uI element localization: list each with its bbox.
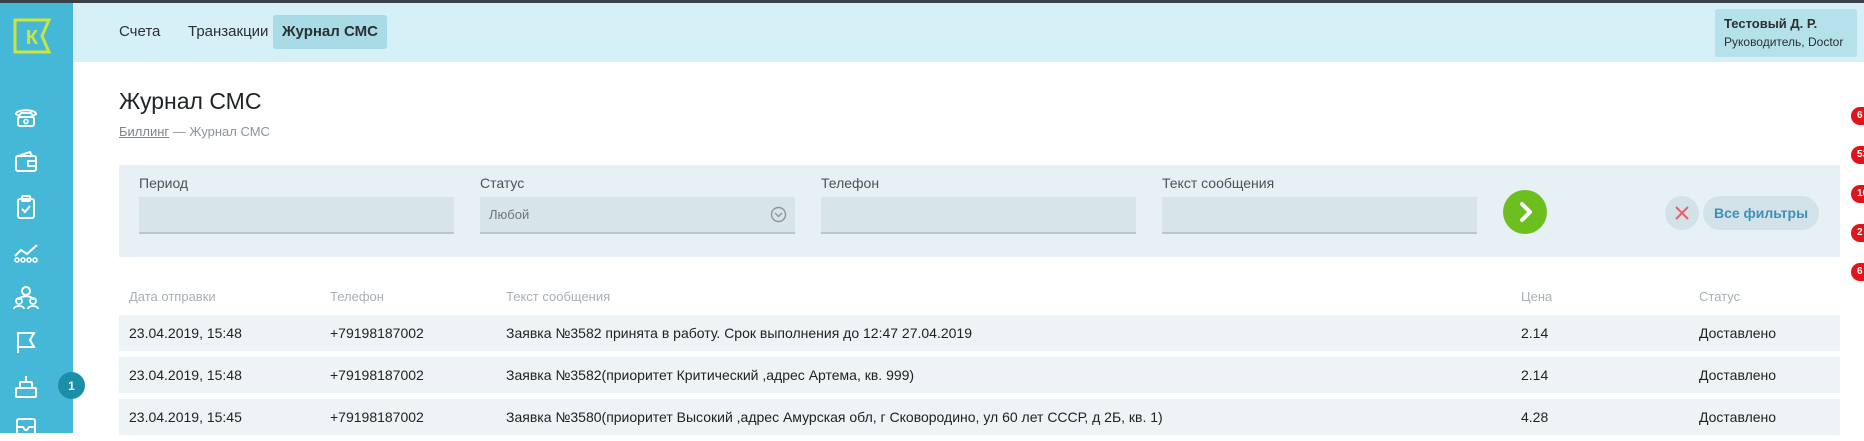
page-title: Журнал СМС — [119, 88, 262, 114]
svg-text:К: К — [26, 27, 39, 49]
table-row[interactable]: 23.04.2019, 15:48 +79198187002 Заявка №3… — [119, 315, 1840, 351]
breadcrumb: Биллинг — Журнал СМС — [119, 124, 270, 139]
chevron-right-icon — [1520, 202, 1532, 222]
chart-people-icon[interactable] — [12, 238, 40, 266]
cell-price: 2.14 — [1521, 325, 1549, 341]
breadcrumb-link-billing[interactable]: Биллинг — [119, 124, 169, 139]
logo-icon[interactable]: К — [12, 17, 52, 55]
status-label: Статус — [480, 175, 525, 191]
users-icon[interactable] — [12, 283, 40, 311]
edge-badge-5[interactable]: 6 — [1851, 263, 1864, 281]
nav-item-accounts[interactable]: Счета — [110, 15, 169, 49]
notification-badge[interactable]: 1 — [58, 372, 85, 399]
table-row[interactable]: 23.04.2019, 15:45 +79198187002 Заявка №3… — [119, 399, 1840, 435]
sidebar: К — [0, 3, 73, 438]
breadcrumb-current: Журнал СМС — [189, 124, 270, 139]
cake-icon[interactable] — [12, 373, 40, 401]
chevron-down-icon — [770, 206, 787, 223]
user-name: Тестовый Д. Р. — [1724, 16, 1818, 31]
phone-input[interactable] — [821, 197, 1136, 234]
cell-phone: +79198187002 — [330, 367, 424, 383]
cell-date: 23.04.2019, 15:48 — [129, 325, 242, 341]
column-header-date[interactable]: Дата отправки — [129, 289, 216, 304]
cell-status: Доставлено — [1699, 367, 1777, 383]
period-label: Период — [139, 175, 189, 191]
close-icon — [1675, 206, 1689, 220]
cell-text: Заявка №3580(приоритет Высокий ,адрес Ам… — [506, 409, 1163, 425]
column-header-price[interactable]: Цена — [1521, 289, 1552, 304]
column-header-phone[interactable]: Телефон — [330, 289, 384, 304]
message-text-label: Текст сообщения — [1162, 175, 1275, 191]
edge-badge-4[interactable]: 2 — [1851, 224, 1864, 242]
cell-price: 2.14 — [1521, 367, 1549, 383]
period-input[interactable] — [139, 197, 454, 234]
inbox-icon[interactable] — [12, 413, 40, 441]
column-header-text[interactable]: Текст сообщения — [506, 289, 610, 304]
edge-badge-2[interactable]: 53 — [1851, 146, 1864, 164]
flag-icon[interactable] — [12, 328, 40, 356]
cell-status: Доставлено — [1699, 409, 1777, 425]
user-menu[interactable]: Тестовый Д. Р. Руководитель, Doctor — [1715, 9, 1857, 57]
edge-badge-3[interactable]: 16 — [1851, 185, 1864, 203]
phone-icon[interactable] — [12, 103, 40, 131]
status-select-value: Любой — [489, 207, 530, 222]
phone-label: Телефон — [821, 175, 880, 191]
filter-panel: Период Статус Любой Телефон Текст сообще… — [119, 165, 1840, 257]
nav-item-sms-log[interactable]: Журнал СМС — [273, 15, 387, 49]
status-select[interactable]: Любой — [480, 197, 795, 234]
edge-badge-1[interactable]: 6 — [1851, 107, 1864, 125]
message-text-input[interactable] — [1162, 197, 1477, 234]
table-row[interactable]: 23.04.2019, 15:48 +79198187002 Заявка №3… — [119, 357, 1840, 393]
nav-item-transactions[interactable]: Транзакции — [179, 15, 277, 49]
apply-filters-button[interactable] — [1503, 190, 1547, 234]
clear-filters-button[interactable] — [1665, 196, 1699, 230]
cell-date: 23.04.2019, 15:48 — [129, 367, 242, 383]
cell-date: 23.04.2019, 15:45 — [129, 409, 242, 425]
cell-text: Заявка №3582(приоритет Критический ,адре… — [506, 367, 915, 383]
cell-phone: +79198187002 — [330, 325, 424, 341]
cell-status: Доставлено — [1699, 325, 1777, 341]
breadcrumb-separator: — — [172, 124, 186, 139]
top-navigation-bar: Счета Транзакции Журнал СМС Тестовый Д. … — [73, 3, 1864, 62]
column-header-status[interactable]: Статус — [1699, 289, 1740, 304]
wallet-icon[interactable] — [12, 148, 40, 176]
user-role: Руководитель, Doctor — [1724, 35, 1844, 49]
clipboard-check-icon[interactable] — [12, 193, 40, 221]
cell-price: 4.28 — [1521, 409, 1549, 425]
cell-phone: +79198187002 — [330, 409, 424, 425]
all-filters-button[interactable]: Все фильтры — [1703, 196, 1819, 230]
cell-text: Заявка №3582 принята в работу. Срок выпо… — [506, 325, 972, 341]
